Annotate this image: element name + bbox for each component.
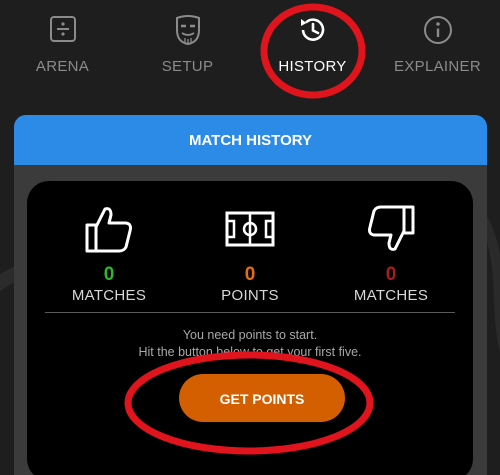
stat-lost-caption: MATCHES [353, 287, 429, 304]
stat-won-value: 0 [103, 264, 115, 285]
stat-points: 0 POINTS [175, 201, 325, 304]
top-nav: ARENA SETUP HISTORY EXPLAINER [0, 0, 500, 95]
history-icon [250, 14, 375, 48]
stat-lost-value: 0 [385, 264, 397, 285]
thumbs-up-icon [34, 201, 184, 257]
info-message-line1: You need points to start. [182, 328, 318, 342]
divider [45, 312, 455, 313]
tab-setup-label: SETUP [161, 58, 214, 75]
get-points-button[interactable]: GET POINTS [179, 374, 345, 422]
tab-history-label: HISTORY [278, 58, 347, 75]
stat-won-caption: MATCHES [71, 287, 147, 304]
mask-icon [125, 14, 250, 48]
info-message: You need points to start. Hit the button… [27, 327, 473, 361]
tab-explainer[interactable]: EXPLAINER [375, 0, 500, 95]
tab-explainer-label: EXPLAINER [394, 58, 481, 75]
stats-panel: 0 MATCHES 0 POINTS 0 MATCHES You need po… [27, 181, 473, 475]
info-icon [375, 14, 500, 48]
stat-matches-won: 0 MATCHES [34, 201, 184, 304]
card-title: MATCH HISTORY [14, 115, 487, 165]
field-icon [175, 201, 325, 257]
thumbs-down-icon [316, 201, 466, 257]
stat-points-caption: POINTS [221, 287, 279, 304]
tab-setup[interactable]: SETUP [125, 0, 250, 95]
stat-points-value: 0 [244, 264, 256, 285]
stat-matches-lost: 0 MATCHES [316, 201, 466, 304]
tab-arena-label: ARENA [35, 58, 90, 75]
tab-history[interactable]: HISTORY [250, 0, 375, 95]
info-message-line2: Hit the button below to get your first f… [138, 345, 362, 359]
arena-icon [0, 14, 125, 48]
tab-arena[interactable]: ARENA [0, 0, 125, 95]
match-history-card: MATCH HISTORY 0 MATCHES 0 POINTS 0 MATCH… [14, 115, 487, 475]
